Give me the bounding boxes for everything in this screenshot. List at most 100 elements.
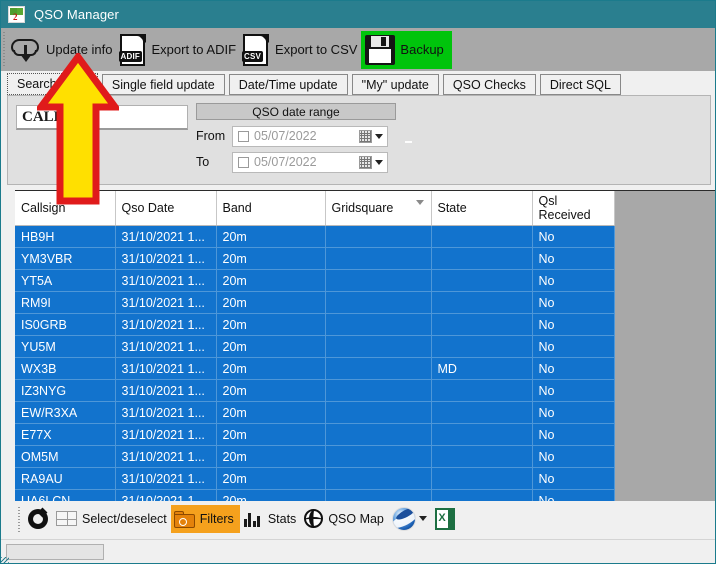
from-date-picker[interactable]: 05/07/2022 [232,125,388,147]
table-row[interactable]: UA6LCN 31/10/2021 1... 20m No [15,489,615,501]
cell-qso-date[interactable]: 31/10/2021 1... [115,269,217,292]
refresh-button[interactable] [24,505,52,533]
cell-callsign[interactable]: OM5M [15,445,116,468]
select-deselect-button[interactable]: Select/deselect [52,505,171,533]
cell-band[interactable]: 20m [216,335,326,358]
cell-state[interactable] [431,291,533,314]
google-earth-button[interactable] [388,505,431,533]
cell-band[interactable]: 20m [216,467,326,490]
cell-state[interactable] [431,269,533,292]
cell-qsl-received[interactable]: No [532,247,615,270]
chevron-down-icon[interactable] [375,133,383,139]
update-info-button[interactable]: Update info [9,30,117,70]
cell-callsign[interactable]: E77X [15,423,116,446]
cell-state[interactable] [431,335,533,358]
cell-gridsquare[interactable] [325,247,432,270]
cell-gridsquare[interactable] [325,313,432,336]
cell-gridsquare[interactable] [325,489,432,501]
cell-state[interactable] [431,401,533,424]
cell-state[interactable] [431,467,533,490]
table-row[interactable]: E77X 31/10/2021 1... 20m No [15,423,615,446]
table-row[interactable]: EW/R3XA 31/10/2021 1... 20m No [15,401,615,424]
qso-map-button[interactable]: QSO Map [300,505,388,533]
from-date-checkbox[interactable] [238,130,249,142]
cell-qso-date[interactable]: 31/10/2021 1... [115,467,217,490]
column-header-state[interactable]: State [431,191,533,226]
cell-qsl-received[interactable]: No [532,445,615,468]
tab-search-qso[interactable]: Search QSO [7,73,98,95]
cell-gridsquare[interactable] [325,335,432,358]
cell-callsign[interactable]: WX3B [15,357,116,380]
column-header-qso-date[interactable]: Qso Date [115,191,217,226]
table-row[interactable]: IS0GRB 31/10/2021 1... 20m No [15,313,615,336]
cell-qsl-received[interactable]: No [532,489,615,501]
to-date-picker[interactable]: 05/07/2022 [232,151,388,173]
cell-qso-date[interactable]: 31/10/2021 1... [115,379,217,402]
table-row[interactable]: YT5A 31/10/2021 1... 20m No [15,269,615,292]
bottom-toolbar-drag-handle[interactable] [15,503,24,534]
export-to-adif-button[interactable]: ADIF Export to ADIF [117,30,241,70]
column-header-callsign[interactable]: Callsign [15,191,116,226]
cell-band[interactable]: 20m [216,247,326,270]
cell-callsign[interactable]: IS0GRB [15,313,116,336]
cell-band[interactable]: 20m [216,269,326,292]
table-row[interactable]: HB9H 31/10/2021 1... 20m No [15,225,615,248]
call-search-input[interactable] [16,105,188,130]
cell-callsign[interactable]: YT5A [15,269,116,292]
cell-callsign[interactable]: HB9H [15,225,116,248]
cell-state[interactable] [431,247,533,270]
cell-qso-date[interactable]: 31/10/2021 1... [115,423,217,446]
cell-band[interactable]: 20m [216,357,326,380]
cell-callsign[interactable]: UA6LCN [15,489,116,501]
table-row[interactable]: OM5M 31/10/2021 1... 20m No [15,445,615,468]
cell-callsign[interactable]: RA9AU [15,467,116,490]
filters-button[interactable]: Filters [170,504,240,533]
cell-state[interactable] [431,379,533,402]
table-row[interactable]: IZ3NYG 31/10/2021 1... 20m No [15,379,615,402]
cell-gridsquare[interactable] [325,357,432,380]
table-row[interactable]: YU5M 31/10/2021 1... 20m No [15,335,615,358]
cell-qsl-received[interactable]: No [532,313,615,336]
table-row[interactable]: WX3B 31/10/2021 1... 20m MD No [15,357,615,380]
cell-qsl-received[interactable]: No [532,291,615,314]
cell-callsign[interactable]: YM3VBR [15,247,116,270]
cell-gridsquare[interactable] [325,401,432,424]
cell-qso-date[interactable]: 31/10/2021 1... [115,291,217,314]
cell-state[interactable] [431,423,533,446]
resize-grip[interactable] [1,557,9,563]
chevron-down-icon[interactable] [375,159,383,165]
tab-my-update[interactable]: "My" update [351,74,439,95]
cell-callsign[interactable]: EW/R3XA [15,401,116,424]
cell-band[interactable]: 20m [216,379,326,402]
filter-dropdown-icon[interactable] [415,200,424,205]
cell-qsl-received[interactable]: No [532,423,615,446]
cell-band[interactable]: 20m [216,225,326,248]
cell-qsl-received[interactable]: No [532,379,615,402]
cell-gridsquare[interactable] [325,291,432,314]
cell-gridsquare[interactable] [325,467,432,490]
cell-qso-date[interactable]: 31/10/2021 1... [115,357,217,380]
backup-button[interactable]: Backup [361,30,452,69]
cell-band[interactable]: 20m [216,313,326,336]
cell-gridsquare[interactable] [325,269,432,292]
cell-callsign[interactable]: YU5M [15,335,116,358]
tab-qso-checks[interactable]: QSO Checks [442,74,536,95]
column-header-qsl-received[interactable]: Qsl Received [532,191,615,226]
tab-direct-sql[interactable]: Direct SQL [539,74,621,95]
cell-gridsquare[interactable] [325,225,432,248]
cell-qso-date[interactable]: 31/10/2021 1... [115,247,217,270]
cell-band[interactable]: 20m [216,445,326,468]
cell-qsl-received[interactable]: No [532,335,615,358]
cell-qsl-received[interactable]: No [532,225,615,248]
to-date-checkbox[interactable] [238,156,249,168]
cell-gridsquare[interactable] [325,445,432,468]
cell-band[interactable]: 20m [216,401,326,424]
cell-qso-date[interactable]: 31/10/2021 1... [115,313,217,336]
cell-qso-date[interactable]: 31/10/2021 1... [115,401,217,424]
toolbar-drag-handle[interactable] [1,28,9,71]
cell-state[interactable] [431,489,533,501]
table-row[interactable]: RM9I 31/10/2021 1... 20m No [15,291,615,314]
export-to-csv-button[interactable]: CSV Export to CSV [240,30,361,70]
tab-single-field-update[interactable]: Single field update [101,74,225,95]
cell-qso-date[interactable]: 31/10/2021 1... [115,489,217,501]
